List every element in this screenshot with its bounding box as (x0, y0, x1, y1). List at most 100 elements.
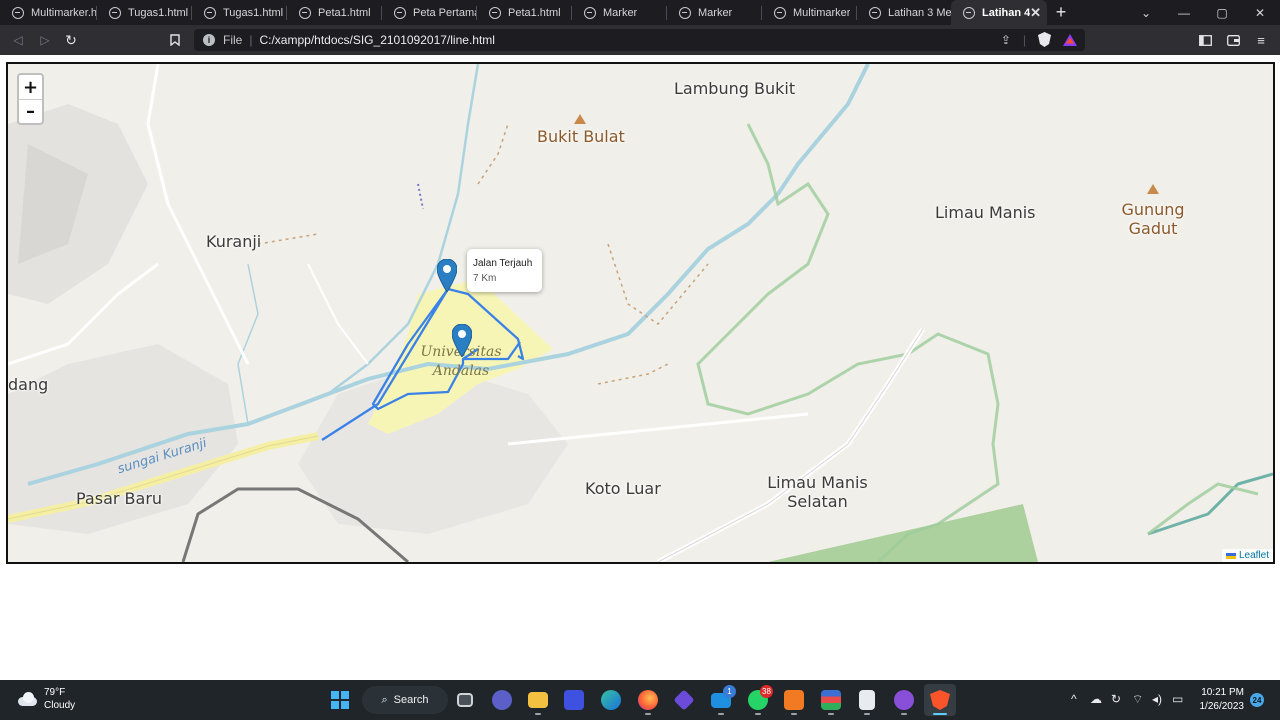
notepad-icon (859, 690, 875, 710)
bookmark-icon[interactable] (166, 31, 184, 49)
tab-3[interactable]: Tugas1.html (192, 0, 286, 25)
tab-title: Peta1.html (508, 6, 561, 19)
tab-2[interactable]: Tugas1.html (97, 0, 191, 25)
whatsapp-app-button[interactable]: 38 (742, 684, 774, 716)
teams-chat-button[interactable] (486, 684, 518, 716)
wallet-icon[interactable] (1224, 31, 1242, 49)
tab-11-active[interactable]: Latihan 4 I✕ (951, 0, 1047, 25)
leaflet-map[interactable]: Lambung Bukit Bukit Bulat Limau Manis Gu… (6, 62, 1275, 564)
task-view-button[interactable] (449, 684, 481, 716)
divider: | (1022, 32, 1026, 47)
url-text[interactable]: C:/xampp/htdocs/SIG_2101092017/line.html (259, 33, 494, 47)
tab-title: Peta1.html (318, 6, 371, 19)
search-icon: ⌕ (381, 693, 388, 706)
mail-app-button[interactable]: 1 (705, 684, 737, 716)
peak-marker-icon (1147, 184, 1159, 194)
share-icon[interactable]: ⇪ (1001, 33, 1011, 47)
place-label-limau-manis-selatan: Limau Manis Selatan (760, 473, 875, 511)
start-button[interactable] (324, 684, 356, 716)
taskbar-search[interactable]: ⌕ Search (362, 686, 448, 714)
notification-badge[interactable]: 24 (1250, 693, 1264, 707)
place-label-gunung-gadut: Gunung Gadut (1118, 200, 1188, 238)
brave-app-button[interactable] (924, 684, 956, 716)
tab-9[interactable]: Multimarker (762, 0, 856, 25)
place-label-line: Selatan (787, 492, 848, 512)
wifi-icon[interactable]: ⌔ (1132, 692, 1143, 707)
sidebar-toggle-icon[interactable] (1196, 31, 1214, 49)
weather-text: 79°F Cloudy (44, 686, 75, 712)
tab-7[interactable]: Marker (572, 0, 666, 25)
map-marker-pin-icon[interactable] (451, 323, 473, 358)
tab-title: Marker (603, 6, 638, 19)
xampp-app-button[interactable] (778, 684, 810, 716)
weather-widget[interactable]: 79°F Cloudy (16, 686, 75, 712)
close-window-button[interactable]: ✕ (1241, 0, 1279, 25)
close-tab-icon[interactable]: ✕ (1030, 5, 1041, 21)
place-label-line: Gunung (1121, 200, 1185, 219)
map-marker-pin-icon[interactable] (436, 258, 458, 293)
battery-icon[interactable]: ▭ (1172, 692, 1183, 706)
popup-title: Jalan Terjauh (473, 258, 533, 269)
github-desktop-app-button[interactable] (888, 684, 920, 716)
browser-toolbar: ◁ ▷ ↻ i File | C:/xampp/htdocs/SIG_21010… (0, 25, 1280, 55)
leaflet-link[interactable]: Leaflet (1239, 550, 1269, 561)
system-clock[interactable]: 10:21 PM 1/26/2023 (1194, 686, 1245, 714)
sync-icon[interactable]: ↻ (1111, 692, 1121, 706)
running-indicator (828, 713, 834, 715)
maximize-button[interactable]: ▢ (1203, 0, 1241, 25)
onedrive-icon[interactable]: ☁ (1090, 692, 1102, 706)
tab-10[interactable]: Latihan 3 Men (857, 0, 951, 25)
brave-rewards-icon[interactable] (1063, 33, 1077, 46)
tab-strip: Multimarker.ht Tugas1.html Tugas1.html P… (0, 0, 1280, 25)
volume-icon[interactable]: ◂) (1152, 692, 1162, 706)
globe-icon (489, 6, 501, 19)
file-explorer-button[interactable] (522, 684, 554, 716)
place-label-pasar-baru: Pasar Baru (76, 489, 163, 508)
edge-app-button[interactable] (595, 684, 627, 716)
vscode-app-button[interactable] (558, 684, 590, 716)
tab-title: Peta Pertamak (413, 6, 476, 19)
zoom-out-button[interactable]: – (19, 99, 42, 123)
tab-search-chevron-icon[interactable]: ⌄ (1127, 0, 1165, 25)
clock-date: 1/26/2023 (1199, 701, 1245, 712)
place-label-bukit-bulat: Bukit Bulat (537, 127, 625, 146)
notepad-app-button[interactable] (851, 684, 883, 716)
brave-shields-icon[interactable] (1038, 32, 1051, 47)
peak-marker-icon (574, 114, 586, 124)
zoom-in-button[interactable]: + (19, 75, 42, 99)
minimize-button[interactable]: — (1165, 0, 1203, 25)
globe-icon (869, 6, 881, 19)
visual-studio-app-button[interactable] (668, 684, 700, 716)
tab-4[interactable]: Peta1.html (287, 0, 381, 25)
tab-5[interactable]: Peta Pertamak (382, 0, 476, 25)
place-label-line: Andalas (432, 362, 490, 379)
marker-popup[interactable]: Jalan Terjauh 7 Km (467, 249, 542, 292)
menu-icon[interactable]: ≡ (1252, 31, 1270, 49)
tab-title: Multimarker.ht (31, 6, 96, 19)
tab-8[interactable]: Marker (667, 0, 761, 25)
globe-icon (299, 6, 311, 19)
search-label: Search (393, 694, 429, 706)
new-tab-button[interactable]: + (1047, 0, 1075, 25)
running-indicator (535, 713, 541, 715)
forward-arrow-icon[interactable]: ▷ (36, 31, 54, 49)
place-label-line: Gadut (1128, 219, 1178, 239)
address-bar[interactable]: i File | C:/xampp/htdocs/SIG_2101092017/… (194, 29, 1085, 51)
reload-icon[interactable]: ↻ (62, 31, 80, 49)
tray-overflow-chevron-icon[interactable]: ^ (1071, 692, 1077, 706)
tab-6[interactable]: Peta1.html (477, 0, 571, 25)
running-indicator (901, 713, 907, 715)
mail-badge: 1 (723, 685, 736, 698)
back-arrow-icon[interactable]: ◁ (9, 31, 27, 49)
app-launcher-button[interactable] (815, 684, 847, 716)
place-label-line: Limau Manis (767, 473, 868, 492)
place-label-limau-manis: Limau Manis (935, 203, 1036, 222)
firefox-app-button[interactable] (632, 684, 664, 716)
tab-1[interactable]: Multimarker.ht (0, 0, 96, 25)
windows-taskbar: 79°F Cloudy ⌕ Search 1 38 ^ ☁ ↻ ⌔ ◂) ▭ 1… (0, 680, 1280, 720)
task-view-icon (457, 693, 473, 707)
map-attribution: Leaflet (1221, 549, 1273, 562)
globe-icon (204, 6, 216, 19)
whatsapp-badge: 38 (760, 685, 773, 698)
info-icon[interactable]: i (203, 34, 215, 46)
